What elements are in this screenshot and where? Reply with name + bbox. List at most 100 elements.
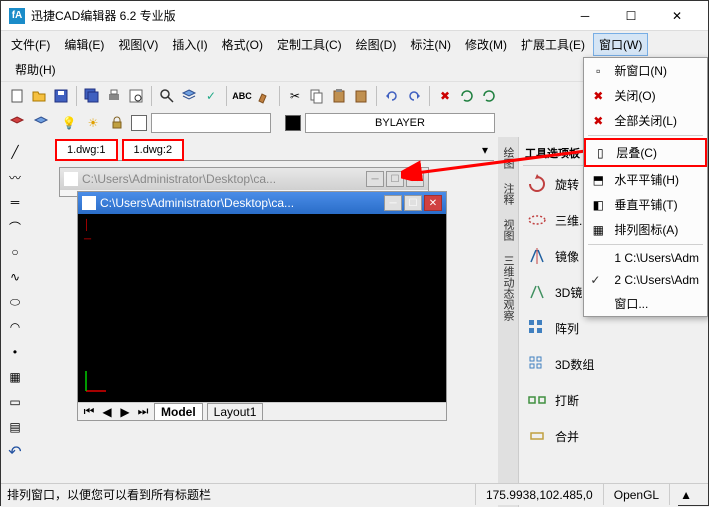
bulb-icon[interactable]: 💡 (59, 113, 79, 133)
menu-windows-more[interactable]: 窗口... (584, 291, 707, 316)
polyline-tool-icon[interactable]: 〰 (4, 166, 26, 188)
menu-insert[interactable]: 插入(I) (166, 33, 213, 56)
menu-custom-tools[interactable]: 定制工具(C) (271, 33, 348, 56)
mdi-max-button[interactable]: ☐ (404, 195, 422, 211)
double-line-icon[interactable]: ═ (4, 191, 26, 213)
menu-arrange-icons[interactable]: ▦ 排列图标(A) (584, 217, 707, 242)
color-swatch[interactable] (285, 115, 301, 131)
minimize-button[interactable]: ─ (562, 1, 608, 31)
menu-view[interactable]: 视图(V) (112, 33, 164, 56)
palette-merge[interactable]: 合并 (523, 418, 674, 454)
line-tool-icon[interactable]: ╱ (4, 141, 26, 163)
palette-array3d[interactable]: 3D数组 (523, 346, 674, 382)
next-tab-icon[interactable]: ▶ (118, 405, 132, 419)
mdi-max-button[interactable]: ☐ (386, 171, 404, 187)
mdi-min-button[interactable]: ─ (384, 195, 402, 211)
palette-label: 旋转 (555, 176, 579, 193)
menu-extend-tools[interactable]: 扩展工具(E) (515, 33, 591, 56)
fold-view-label[interactable]: 视图 (498, 213, 518, 247)
open-icon[interactable] (29, 86, 49, 106)
menu-tile-vertical[interactable]: ◧ 垂直平铺(T) (584, 192, 707, 217)
menu-window-1[interactable]: 1 C:\Users\Adm (584, 247, 707, 269)
break-icon (525, 388, 549, 412)
undo-icon[interactable] (382, 86, 402, 106)
file-tab-2[interactable]: 1.dwg:2 (122, 139, 185, 161)
mdi-active-path: C:\Users\Administrator\Desktop\ca... (100, 196, 384, 210)
status-hint: 排列窗口，以便您可以看到所有标题栏 (7, 486, 475, 503)
layer-prop-icon[interactable] (7, 113, 27, 133)
layer-manage-icon[interactable] (31, 113, 51, 133)
ellipse-arc-icon[interactable]: ◠ (4, 316, 26, 338)
menu-tile-horizontal[interactable]: ⬒ 水平平铺(H) (584, 167, 707, 192)
selection-rect (78, 214, 254, 298)
refresh-all-icon[interactable] (479, 86, 499, 106)
menu-window-2[interactable]: ✓ 2 C:\Users\Adm (584, 269, 707, 291)
menu-help[interactable]: 帮助(H) (9, 58, 62, 81)
copy-icon[interactable] (307, 86, 327, 106)
first-tab-icon[interactable]: ⏮ (82, 405, 96, 419)
point-tool-icon[interactable]: • (4, 341, 26, 363)
redo-icon[interactable] (404, 86, 424, 106)
menu-annotate[interactable]: 标注(N) (404, 33, 457, 56)
cascade-icon: ▯ (592, 145, 608, 161)
layers-icon[interactable] (179, 86, 199, 106)
tile-h-icon: ⬒ (590, 172, 606, 188)
file-tab-1[interactable]: 1.dwg:1 (55, 139, 118, 161)
mdi-close-button[interactable]: ✕ (424, 195, 442, 211)
lock-icon[interactable] (107, 113, 127, 133)
menu-cascade[interactable]: ▯ 层叠(C) (584, 138, 707, 167)
new-icon[interactable] (7, 86, 27, 106)
table-tool-icon[interactable]: ▤ (4, 416, 26, 438)
print-preview-icon[interactable] (126, 86, 146, 106)
save-all-icon[interactable] (82, 86, 102, 106)
checkmark-icon[interactable]: ✓ (201, 86, 221, 106)
menu-window[interactable]: 窗口(W) (593, 33, 648, 56)
tabs-more-icon[interactable]: ▾ (476, 141, 494, 159)
linetype-select[interactable] (305, 113, 495, 133)
last-tab-icon[interactable]: ⏭ (136, 405, 150, 419)
menu-format[interactable]: 格式(O) (216, 33, 269, 56)
layer-color-swatch[interactable] (131, 115, 147, 131)
region-tool-icon[interactable]: ▭ (4, 391, 26, 413)
fold-annotate-label[interactable]: 注释 (498, 177, 518, 211)
undo-tool-icon[interactable]: ↶ (4, 441, 26, 463)
arc-tool-icon[interactable]: ⌒ (4, 216, 26, 238)
layout1-tab[interactable]: Layout1 (207, 403, 264, 421)
refresh-icon[interactable] (457, 86, 477, 106)
menu-modify[interactable]: 修改(M) (459, 33, 513, 56)
menu-new-window[interactable]: ▫ 新窗口(N) (584, 58, 707, 83)
ucs-icon (82, 367, 110, 398)
menu-close-all[interactable]: ✖ 全部关闭(L) (584, 108, 707, 133)
menu-file[interactable]: 文件(F) (5, 33, 56, 56)
menu-draw[interactable]: 绘图(D) (350, 33, 403, 56)
model-tab[interactable]: Model (154, 403, 203, 421)
sun-icon[interactable]: ☀ (83, 113, 103, 133)
rotate-icon (525, 172, 549, 196)
menu-close-window[interactable]: ✖ 关闭(O) (584, 83, 707, 108)
maximize-button[interactable]: ☐ (608, 1, 654, 31)
ellipse-tool-icon[interactable]: ⬭ (4, 291, 26, 313)
spline-tool-icon[interactable]: ∿ (4, 266, 26, 288)
brush-icon[interactable] (254, 86, 274, 106)
paste-icon[interactable] (329, 86, 349, 106)
find-icon[interactable] (157, 86, 177, 106)
hatch-tool-icon[interactable]: ▦ (4, 366, 26, 388)
save-icon[interactable] (51, 86, 71, 106)
palette-break[interactable]: 打断 (523, 382, 674, 418)
status-cursor-icon[interactable]: ▲ (669, 484, 702, 505)
mdi-min-button[interactable]: ─ (366, 171, 384, 187)
mirror-icon (525, 244, 549, 268)
fold-dynobs-label[interactable]: 三维动态观察 (498, 249, 518, 327)
close-button[interactable]: ✕ (654, 1, 700, 31)
circle-tool-icon[interactable]: ○ (4, 241, 26, 263)
paste-special-icon[interactable] (351, 86, 371, 106)
spellcheck-icon[interactable]: ABC (232, 86, 252, 106)
layer-select[interactable] (151, 113, 271, 133)
mdi-close-button[interactable]: ✕ (406, 171, 424, 187)
prev-tab-icon[interactable]: ◀ (100, 405, 114, 419)
fold-draw-label[interactable]: 绘图 (498, 141, 518, 175)
cut-icon[interactable]: ✂ (285, 86, 305, 106)
erase-icon[interactable]: ✖ (435, 86, 455, 106)
menu-edit[interactable]: 编辑(E) (58, 33, 110, 56)
print-icon[interactable] (104, 86, 124, 106)
